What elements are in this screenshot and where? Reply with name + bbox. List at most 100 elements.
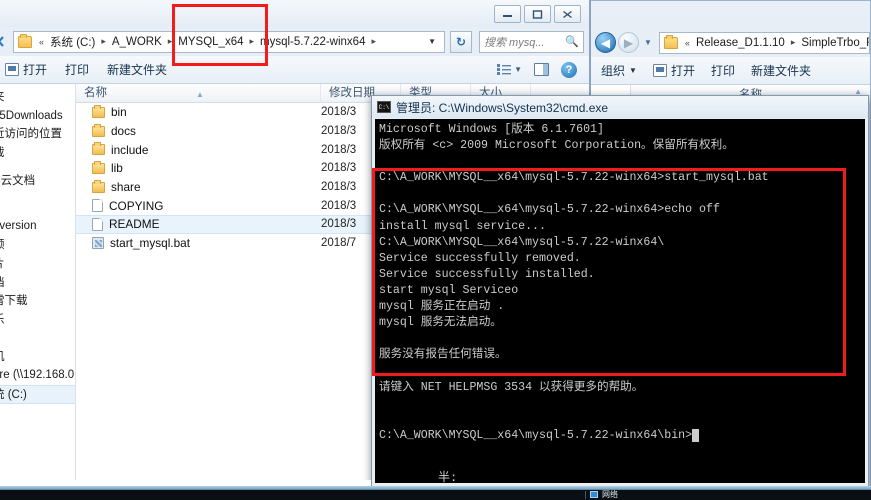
- breadcrumb-item-mysql-winx64[interactable]: mysql-5.7.22-winx64: [258, 35, 367, 49]
- file-name-label: start_mysql.bat: [110, 236, 190, 251]
- breadcrumb-item-simpletrbo[interactable]: SimpleTrbo_R: [799, 36, 869, 50]
- console-output[interactable]: Microsoft Windows [版本 6.1.7601] 版权所有 <c> …: [375, 119, 865, 483]
- column-header-name-label: 名称: [84, 86, 107, 99]
- file-name-cell[interactable]: include: [76, 142, 321, 157]
- back-arrow-icon[interactable]: [0, 35, 8, 48]
- console-line: C:\A_WORK\MYSQL__x64\mysql-5.7.22-winx64…: [379, 235, 665, 249]
- open-button[interactable]: 打开: [5, 61, 47, 78]
- command-prompt-window[interactable]: C:\ 管理员: C:\Windows\System32\cmd.exe Mic…: [371, 95, 869, 487]
- folder-icon: [18, 33, 32, 48]
- sidebar-item-thunder-download[interactable]: 雷下载: [0, 292, 75, 311]
- breadcrumb-root-chevron[interactable]: «: [35, 37, 48, 47]
- preview-pane-button[interactable]: [534, 63, 549, 76]
- breadcrumb-root-chevron[interactable]: «: [681, 38, 694, 48]
- address-dropdown-icon[interactable]: ▼: [422, 37, 442, 46]
- search-placeholder: 搜索 mysq...: [484, 36, 545, 49]
- address-bar-row[interactable]: ◀ ▶ ▼ « Release_D1.1.10 ▸ SimpleTrbo_R: [591, 28, 870, 57]
- sidebar-item-music[interactable]: 乐: [0, 311, 75, 330]
- taskbar[interactable]: 网络: [0, 489, 871, 500]
- refresh-button[interactable]: ↻: [450, 30, 472, 53]
- file-name-cell[interactable]: bin: [76, 104, 321, 120]
- console-line: 请键入 NET HELPMSG 3534 以获得更多的帮助。: [379, 380, 644, 394]
- maximize-button[interactable]: [524, 5, 551, 23]
- folder-icon: [92, 104, 105, 118]
- file-name-label: bin: [111, 105, 127, 120]
- sidebar-item-pictures[interactable]: 片: [0, 255, 75, 274]
- sidebar-item-cloud-docs[interactable]: S云文档: [0, 172, 75, 191]
- sidebar-item-downloads[interactable]: 45Downloads: [0, 107, 75, 126]
- forward-button[interactable]: ▶: [618, 32, 639, 53]
- file-name-cell[interactable]: lib: [76, 160, 321, 176]
- breadcrumb-item-a-work[interactable]: A_WORK: [110, 35, 164, 49]
- folder-icon: [92, 160, 105, 174]
- column-header-name[interactable]: 名称 ▲: [76, 83, 321, 103]
- title-bar[interactable]: C:\ 管理员: C:\Windows\System32\cmd.exe: [372, 96, 868, 118]
- recent-pages-dropdown-icon[interactable]: ▼: [641, 38, 655, 47]
- file-name-label: docs: [111, 124, 136, 139]
- sort-ascending-icon: ▲: [196, 89, 204, 99]
- title-bar[interactable]: [0, 0, 589, 27]
- toolbar[interactable]: 打开 打印 新建文件夹 ▼ ?: [0, 56, 589, 84]
- search-input[interactable]: 搜索 mysq... 🔍: [479, 30, 584, 53]
- taskbar-separator: [585, 490, 586, 499]
- address-bar[interactable]: « 系统 (C:) ▸ A_WORK ▸ MYSQL_x64 ▸ mysql-5…: [13, 30, 445, 53]
- sidebar-item-3[interactable]: 载: [0, 144, 75, 163]
- new-folder-button[interactable]: 新建文件夹: [107, 61, 167, 78]
- help-icon[interactable]: ?: [561, 61, 577, 78]
- desktop: « 系统 (C:) ▸ A_WORK ▸ MYSQL_x64 ▸ mysql-5…: [0, 0, 871, 500]
- close-button[interactable]: [554, 5, 581, 23]
- breadcrumb-item-c-drive[interactable]: 系统 (C:): [48, 33, 97, 51]
- breadcrumb-item-release[interactable]: Release_D1.1.10: [694, 36, 787, 50]
- print-button[interactable]: 打印: [65, 61, 89, 78]
- console-line: Service successfully removed.: [379, 251, 581, 265]
- print-button[interactable]: 打印: [711, 62, 735, 79]
- sidebar-item-system-c[interactable]: 统 (C:): [0, 384, 75, 404]
- console-line: C:\A_WORK\MYSQL__x64\mysql-5.7.22-winx64…: [379, 171, 769, 185]
- toolbar[interactable]: 组织 ▼ 打开 打印 新建文件夹: [591, 57, 870, 85]
- sidebar-item-video[interactable]: 频: [0, 236, 75, 255]
- file-name-cell[interactable]: share: [76, 179, 321, 194]
- breadcrumb-separator: ▸: [249, 36, 255, 46]
- address-bar[interactable]: « Release_D1.1.10 ▸ SimpleTrbo_R: [658, 31, 870, 54]
- sidebar-item-network-share[interactable]: are (\\192.168.0: [0, 366, 75, 385]
- network-icon[interactable]: [590, 491, 598, 498]
- sidebar-item-computer[interactable]: 机: [0, 348, 75, 367]
- navigation-pane[interactable]: 夹 45Downloads 近访问的位置 载 S云文档 bversion 频 片…: [0, 84, 76, 499]
- view-caret-icon[interactable]: ▼: [514, 65, 522, 74]
- file-name-cell[interactable]: start_mysql.bat: [76, 236, 321, 250]
- breadcrumb-item-mysql-x64[interactable]: MYSQL_x64: [176, 35, 245, 49]
- new-folder-button[interactable]: 新建文件夹: [751, 62, 811, 79]
- open-icon: [5, 63, 19, 76]
- breadcrumb-separator: ▸: [371, 36, 377, 46]
- sidebar-item-0[interactable]: 夹: [0, 88, 75, 107]
- back-button[interactable]: ◀: [595, 32, 616, 53]
- console-line: mysql 服务无法启动。: [379, 316, 502, 330]
- folder-icon: [663, 34, 678, 49]
- change-view-button[interactable]: ▼: [497, 64, 522, 75]
- batch-file-icon: [92, 237, 104, 250]
- file-icon: [92, 217, 103, 231]
- file-name-cell[interactable]: docs: [76, 123, 321, 139]
- organize-button[interactable]: 组织 ▼: [601, 62, 637, 79]
- chevron-down-icon[interactable]: ▼: [629, 66, 637, 75]
- sidebar-item-subversion[interactable]: bversion: [0, 217, 75, 236]
- open-button[interactable]: 打开: [652, 62, 695, 79]
- file-name-cell[interactable]: COPYING: [76, 199, 321, 213]
- breadcrumb-separator: ▸: [101, 36, 106, 46]
- open-icon: [652, 64, 667, 77]
- file-name-label: lib: [111, 161, 123, 176]
- sidebar-item-recent-places[interactable]: 近访问的位置: [0, 125, 75, 144]
- minimize-button[interactable]: [494, 5, 521, 23]
- sidebar-item-documents[interactable]: 档: [0, 274, 75, 293]
- file-name-cell[interactable]: README: [76, 217, 321, 231]
- console-line: Service successfully installed.: [379, 267, 595, 281]
- console-line: start mysql Serviceo: [379, 283, 519, 297]
- open-label: 打开: [670, 64, 695, 78]
- file-name-label: include: [111, 142, 149, 157]
- address-bar-row[interactable]: « 系统 (C:) ▸ A_WORK ▸ MYSQL_x64 ▸ mysql-5…: [0, 27, 589, 56]
